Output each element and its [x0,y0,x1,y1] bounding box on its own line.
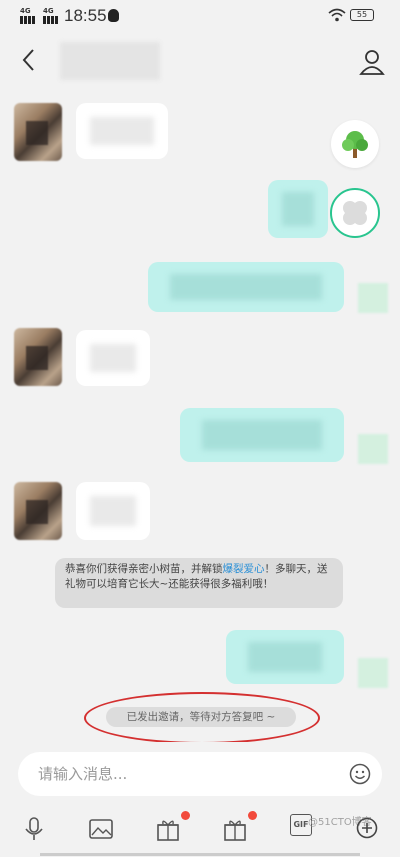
message-bubble-incoming [76,103,168,159]
message-input[interactable] [18,752,382,796]
message-bubble-incoming [76,330,150,386]
avatar[interactable] [14,103,62,161]
battery-icon: 55 [350,9,374,21]
avatar[interactable] [358,658,388,688]
plus-icon[interactable] [356,817,378,839]
message-bubble-incoming [76,482,150,540]
signal-icon: 4G [43,8,59,24]
microphone-icon[interactable] [20,815,48,843]
message-bubble-outgoing [268,180,328,238]
notification-dot [248,811,257,820]
status-bar: 4G 4G 18:55 55 [0,0,400,32]
gift-icon[interactable] [154,811,190,843]
tree-icon[interactable] [331,120,379,168]
system-message: 恭喜你们获得亲密小树苗，并解锁爆裂爱心！多聊天，送礼物可以培育它长大~还能获得很… [55,558,343,608]
notification-dot [181,811,190,820]
unlock-link[interactable]: 爆裂爱心 [223,563,265,575]
avatar[interactable] [14,482,62,540]
gift-box-icon[interactable] [221,811,257,843]
signal-label: 4G [43,7,54,15]
clover-icon[interactable] [330,188,380,238]
qq-notification-icon [108,9,119,22]
image-icon[interactable] [87,815,115,843]
home-indicator [40,853,360,856]
message-bubble-outgoing [226,630,344,684]
message-bubble-outgoing [180,408,344,462]
system-message-text: 恭喜你们获得亲密小树苗，并解锁 [65,563,223,575]
battery-level: 55 [356,10,368,19]
back-icon[interactable] [18,46,42,74]
status-time: 18:55 [64,6,107,25]
avatar[interactable] [358,283,388,313]
signal-label: 4G [20,7,31,15]
annotation-ellipse [84,692,320,744]
profile-icon[interactable] [358,48,386,76]
emoji-icon[interactable] [349,763,371,785]
avatar[interactable] [14,328,62,386]
avatar[interactable] [358,434,388,464]
signal-icon: 4G [20,8,36,24]
wifi-icon [328,8,346,22]
page-title [60,42,160,80]
message-bubble-outgoing [148,262,344,312]
